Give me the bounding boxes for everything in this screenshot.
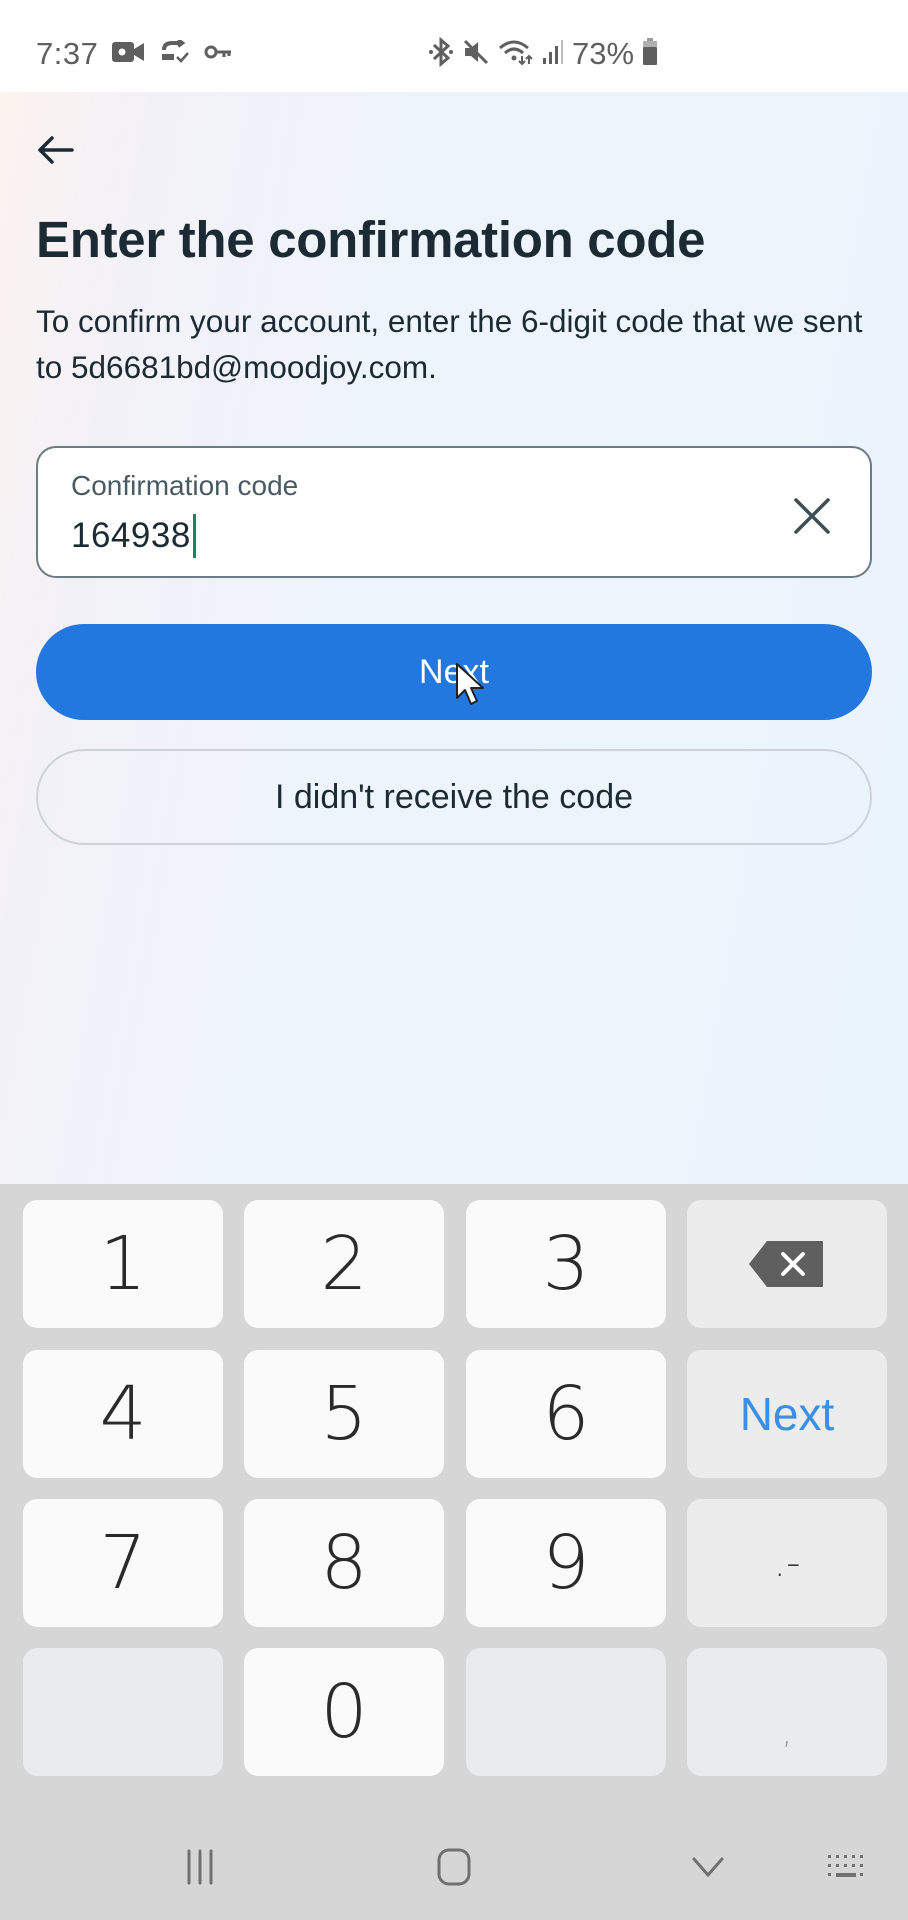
confirmation-code-value: 164938 <box>71 516 191 555</box>
arrow-left-icon <box>36 134 76 171</box>
key-dot-dash[interactable]: .- <box>687 1499 887 1627</box>
key-7[interactable]: 7 <box>23 1499 223 1627</box>
battery-icon <box>642 37 658 71</box>
key-label: 6 <box>542 1371 590 1457</box>
clear-input-button[interactable] <box>790 494 834 538</box>
key-blank-middle <box>466 1648 666 1776</box>
key-6[interactable]: 6 <box>466 1350 666 1478</box>
hide-keyboard-icon <box>691 1855 725 1884</box>
key-comma[interactable]: , <box>687 1648 887 1776</box>
key-1[interactable]: 1 <box>23 1200 223 1328</box>
text-caret <box>192 514 196 558</box>
confirmation-code-label: Confirmation code <box>71 470 299 501</box>
video-camera-icon <box>112 40 146 69</box>
confirmation-code-input[interactable]: Confirmation code 164938 <box>36 446 872 578</box>
home-button[interactable] <box>424 1844 484 1894</box>
key-comma-label: , <box>781 1712 793 1752</box>
sync-check-icon <box>160 37 190 69</box>
key-label: 3 <box>542 1221 590 1307</box>
page-description: To confirm your account, enter the 6-dig… <box>36 303 863 385</box>
keyboard-switch-button[interactable] <box>818 1844 878 1894</box>
mouse-pointer-icon <box>455 662 489 708</box>
key-next[interactable]: Next <box>687 1350 887 1478</box>
key-2[interactable]: 2 <box>244 1200 444 1328</box>
key-next-label: Next <box>739 1388 835 1440</box>
mute-icon <box>462 38 490 71</box>
key-label: 4 <box>99 1371 147 1457</box>
status-left: 7:37 <box>36 36 232 72</box>
key-4[interactable]: 4 <box>23 1350 223 1478</box>
key-label: 2 <box>320 1221 368 1307</box>
back-button[interactable] <box>32 128 80 176</box>
key-label: 5 <box>320 1371 368 1457</box>
home-icon <box>436 1847 472 1892</box>
wifi-icon <box>498 38 534 71</box>
key-backspace[interactable] <box>687 1200 887 1328</box>
backspace-icon <box>747 1221 827 1307</box>
status-right: 73% <box>428 36 658 72</box>
key-icon <box>204 42 232 67</box>
key-9[interactable]: 9 <box>466 1499 666 1627</box>
didnt-receive-code-button[interactable]: I didn't receive the code <box>36 749 872 845</box>
close-icon <box>790 498 834 542</box>
battery-percent: 73% <box>572 36 635 71</box>
next-button[interactable]: Next <box>36 624 872 720</box>
bluetooth-icon <box>428 36 454 72</box>
key-label: 9 <box>542 1520 590 1606</box>
keyboard-switch-icon <box>827 1853 869 1886</box>
key-label: 7 <box>99 1520 147 1606</box>
hide-keyboard-button[interactable] <box>678 1844 738 1894</box>
key-blank-left <box>23 1648 223 1776</box>
key-dot-dash-label: .- <box>773 1540 801 1586</box>
key-0[interactable]: 0 <box>244 1648 444 1776</box>
app-content: Enter the confirmation code To confirm y… <box>0 92 908 1184</box>
signal-icon <box>542 38 564 71</box>
key-label: 8 <box>320 1520 368 1606</box>
key-label: 0 <box>320 1669 368 1755</box>
recent-apps-icon <box>185 1849 215 1890</box>
recent-apps-button[interactable] <box>170 1844 230 1894</box>
status-time: 7:37 <box>36 36 99 71</box>
key-3[interactable]: 3 <box>466 1200 666 1328</box>
page-title: Enter the confirmation code <box>36 211 706 268</box>
status-bar: 7:37 73% <box>0 0 908 92</box>
key-8[interactable]: 8 <box>244 1499 444 1627</box>
numeric-keyboard: 1 2 3 4 5 6 Next 7 8 9 .- 0 , <box>0 1184 908 1920</box>
key-5[interactable]: 5 <box>244 1350 444 1478</box>
key-label: 1 <box>99 1221 147 1307</box>
confirmation-code-value-wrap[interactable]: 164938 <box>71 514 196 558</box>
